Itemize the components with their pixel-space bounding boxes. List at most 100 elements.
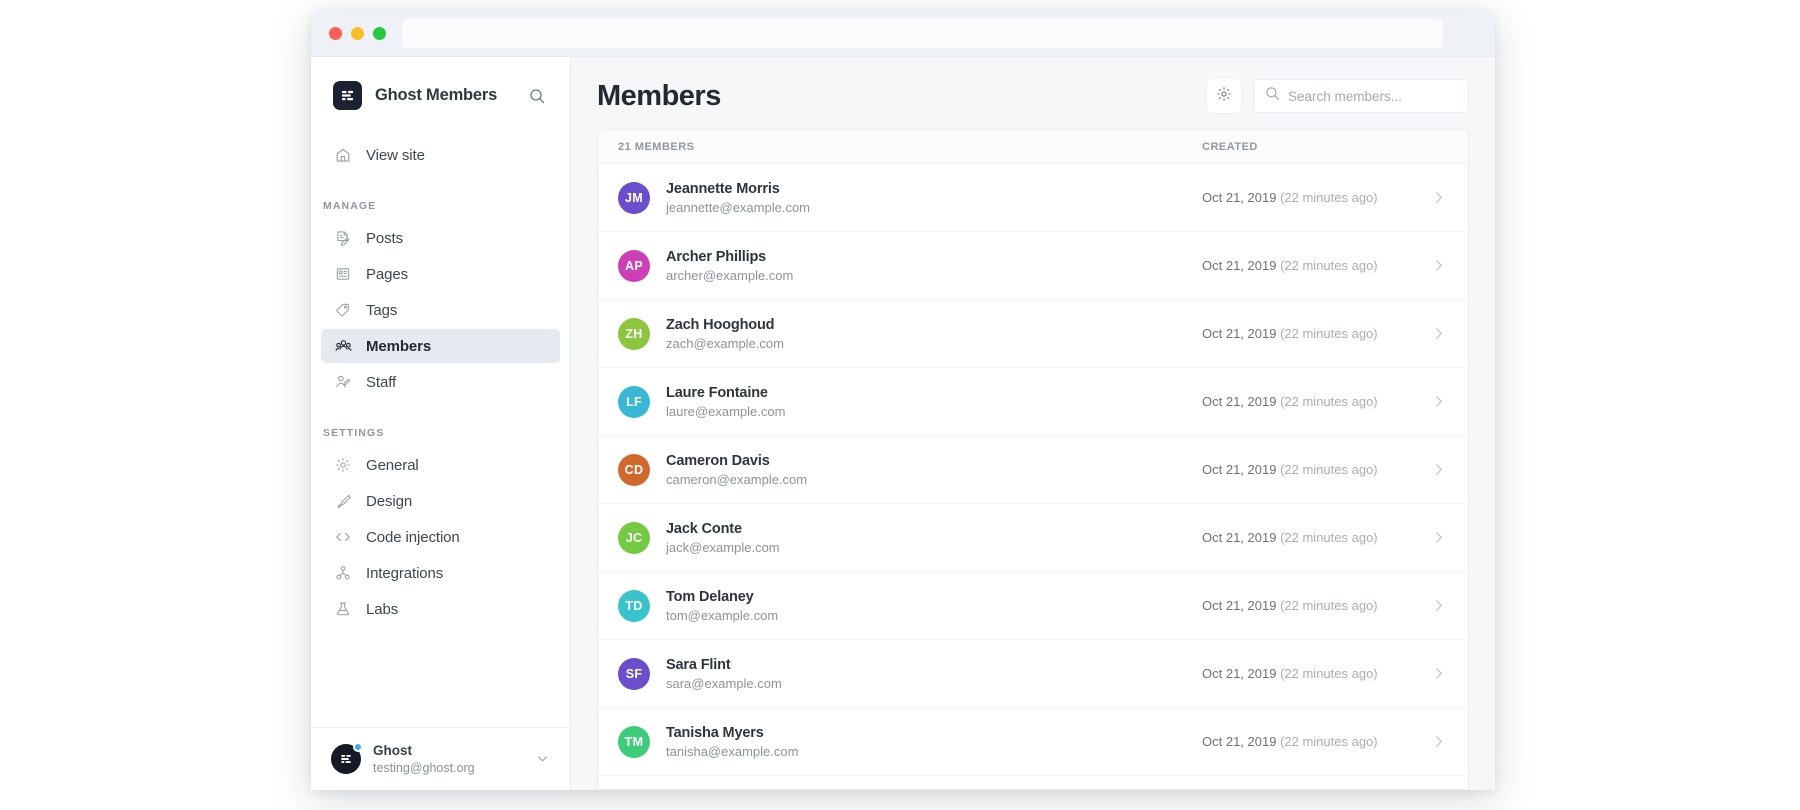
avatar: TD — [618, 590, 650, 622]
member-email: laure@example.com — [666, 403, 1202, 421]
chevron-right-icon[interactable] — [1428, 462, 1448, 477]
sidebar-item-integrations[interactable]: Integrations — [321, 556, 560, 590]
sidebar-item-label: Pages — [366, 266, 408, 283]
sidebar-item-label: Members — [366, 338, 431, 355]
sidebar-item-members[interactable]: Members — [321, 329, 560, 363]
search-icon[interactable] — [526, 85, 548, 107]
tag-icon — [333, 300, 353, 320]
table-row[interactable]: JCJack Contejack@example.comOct 21, 2019… — [598, 504, 1468, 572]
home-icon — [333, 145, 353, 165]
sidebar-item-labs[interactable]: Labs — [321, 592, 560, 626]
members-search[interactable] — [1253, 79, 1469, 113]
member-email: tom@example.com — [666, 607, 1202, 625]
member-name: Zach Hooghoud — [666, 315, 1202, 335]
close-window-button[interactable] — [329, 27, 342, 40]
search-input[interactable] — [1288, 89, 1457, 104]
minimize-window-button[interactable] — [351, 27, 364, 40]
table-row[interactable]: LF Laure Fontainelaure@example.comOct 21,… — [598, 368, 1468, 436]
member-meta: Archer Phillipsarcher@example.com — [666, 247, 1202, 285]
sidebar-item-tags[interactable]: Tags — [321, 293, 560, 327]
member-name: Sara Flint — [666, 655, 1202, 675]
sidebar-section-settings-title: SETTINGS — [311, 427, 570, 439]
member-meta: Sara Flintsara@example.com — [666, 655, 1202, 693]
member-created: Oct 21, 2019 (22 minutes ago) — [1202, 598, 1428, 613]
created-relative: (22 minutes ago) — [1280, 598, 1378, 613]
chevron-right-icon[interactable] — [1428, 326, 1448, 341]
sidebar-item-posts[interactable]: Posts — [321, 221, 560, 255]
sidebar-item-general[interactable]: General — [321, 448, 560, 482]
member-meta: Cameron Daviscameron@example.com — [666, 451, 1202, 489]
created-column-header: CREATED — [1202, 141, 1448, 153]
integrations-icon — [333, 563, 353, 583]
ghost-members-logo-icon — [333, 81, 362, 110]
sidebar-item-design[interactable]: Design — [321, 484, 560, 518]
avatar: TM — [618, 726, 650, 758]
member-email: sara@example.com — [666, 675, 1202, 693]
created-date: Oct 21, 2019 — [1202, 530, 1276, 545]
browser-window: Ghost Members View site — [311, 10, 1495, 790]
avatar: AP — [618, 250, 650, 282]
brand-header: Ghost Members — [311, 57, 570, 120]
created-relative: (22 minutes ago) — [1280, 394, 1378, 409]
zoom-window-button[interactable] — [373, 27, 386, 40]
status-badge — [353, 742, 363, 752]
chevron-right-icon[interactable] — [1428, 394, 1448, 409]
sidebar-item-staff[interactable]: Staff — [321, 365, 560, 399]
sidebar-item-label: General — [366, 457, 419, 474]
table-row[interactable]: SFSara Flintsara@example.comOct 21, 2019… — [598, 640, 1468, 708]
sidebar-user-menu[interactable]: Ghost testing@ghost.org — [311, 727, 570, 790]
member-created: Oct 21, 2019 (22 minutes ago) — [1202, 462, 1428, 477]
members-list: JMJeannette Morrisjeannette@example.comO… — [598, 164, 1468, 776]
table-row[interactable]: TDTom Delaneytom@example.comOct 21, 2019… — [598, 572, 1468, 640]
sidebar-item-label: Staff — [366, 374, 396, 391]
chevron-right-icon[interactable] — [1428, 190, 1448, 205]
member-meta: Tanisha Myerstanisha@example.com — [666, 723, 1202, 761]
avatar-initials: SF — [626, 667, 643, 681]
chevron-right-icon[interactable] — [1428, 598, 1448, 613]
user-name: Ghost — [373, 742, 534, 760]
member-name: Archer Phillips — [666, 247, 1202, 267]
created-date: Oct 21, 2019 — [1202, 462, 1276, 477]
member-created: Oct 21, 2019 (22 minutes ago) — [1202, 394, 1428, 409]
sidebar-item-view-site[interactable]: View site — [321, 138, 560, 172]
created-relative: (22 minutes ago) — [1280, 734, 1378, 749]
member-created: Oct 21, 2019 (22 minutes ago) — [1202, 258, 1428, 273]
page-title: Members — [597, 80, 1207, 113]
user-email: testing@ghost.org — [373, 760, 534, 777]
members-icon — [333, 336, 353, 356]
members-settings-button[interactable] — [1207, 79, 1241, 113]
member-name: Jeannette Morris — [666, 179, 1202, 199]
avatar-initials: JC — [626, 531, 643, 545]
staff-icon — [333, 372, 353, 392]
created-relative: (22 minutes ago) — [1280, 530, 1378, 545]
member-name: Laure Fontaine — [666, 383, 1202, 403]
paintbrush-icon — [333, 491, 353, 511]
member-created: Oct 21, 2019 (22 minutes ago) — [1202, 190, 1428, 205]
main-content: Members — [571, 57, 1495, 790]
sidebar-item-code-injection[interactable]: Code injection — [321, 520, 560, 554]
chevron-right-icon[interactable] — [1428, 734, 1448, 749]
created-date: Oct 21, 2019 — [1202, 598, 1276, 613]
avatar-initials: LF — [626, 395, 642, 409]
member-name: Jack Conte — [666, 519, 1202, 539]
table-row[interactable]: TM Tanisha Myerstanisha@example.comOct 21… — [598, 708, 1468, 776]
pages-icon — [333, 264, 353, 284]
main-header: Members — [571, 57, 1495, 129]
chevron-right-icon[interactable] — [1428, 666, 1448, 681]
chevron-right-icon[interactable] — [1428, 258, 1448, 273]
table-row[interactable]: AP Archer Phillipsarcher@example.comOct 2… — [598, 232, 1468, 300]
members-count-header: 21 MEMBERS — [618, 141, 1202, 153]
gear-icon — [1216, 86, 1232, 107]
sidebar-item-pages[interactable]: Pages — [321, 257, 560, 291]
url-input[interactable] — [402, 19, 1443, 48]
nav-primary: View site — [311, 120, 570, 174]
chevron-right-icon[interactable] — [1428, 530, 1448, 545]
member-created: Oct 21, 2019 (22 minutes ago) — [1202, 326, 1428, 341]
table-row[interactable]: CDCameron Daviscameron@example.comOct 21… — [598, 436, 1468, 504]
table-row[interactable]: ZHZach Hooghoudzach@example.comOct 21, 2… — [598, 300, 1468, 368]
ghost-avatar-icon — [331, 744, 361, 774]
chevron-down-icon[interactable] — [534, 752, 550, 765]
table-row[interactable]: JMJeannette Morrisjeannette@example.comO… — [598, 164, 1468, 232]
code-icon — [333, 527, 353, 547]
created-date: Oct 21, 2019 — [1202, 734, 1276, 749]
